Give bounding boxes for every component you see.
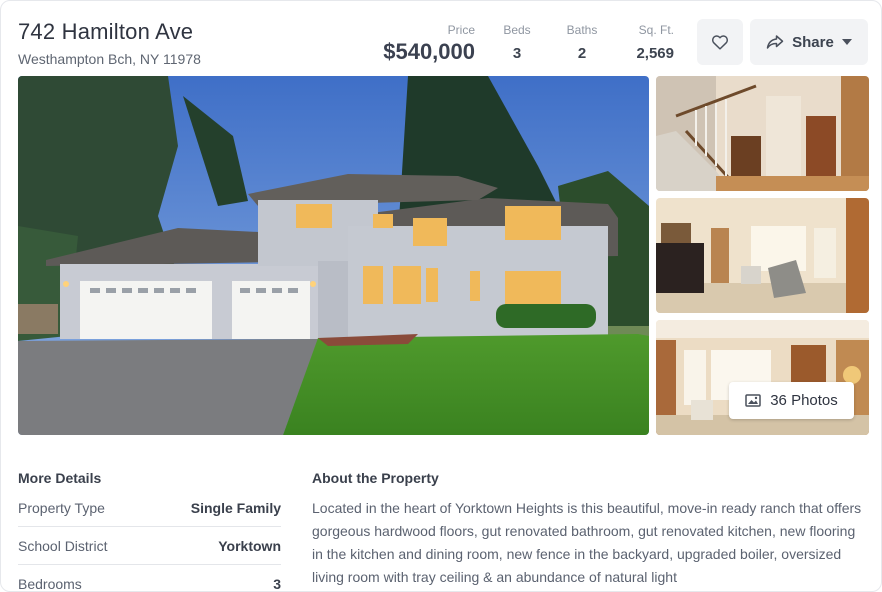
detail-value: 3 [273,576,281,592]
sqft-label: Sq. Ft. [638,23,674,37]
detail-label: Property Type [18,499,105,516]
sqft-value: 2,569 [636,45,674,62]
thumbnail-stairs[interactable] [656,76,869,191]
detail-value: Yorktown [218,537,281,554]
about-property-title: About the Property [312,470,439,486]
interior-living-room-image [656,198,869,313]
image-icon [745,394,761,407]
favorite-button[interactable] [697,19,743,65]
photos-count-label: 36 Photos [770,392,838,409]
address-block: 742 Hamilton Ave Westhampton Bch, NY 119… [18,19,201,67]
house-exterior-image [18,76,649,435]
beds-label: Beds [503,23,531,37]
detail-row: Property Type Single Family [18,489,281,527]
detail-row: School District Yorktown [18,527,281,565]
city-line: Westhampton Bch, NY 11978 [18,51,201,67]
price-value: $540,000 [383,39,475,64]
detail-label: School District [18,537,108,554]
caret-down-icon [841,39,852,45]
sqft-stat: Sq. Ft. 2,569 [626,23,674,62]
detail-value: Single Family [190,499,281,516]
heart-icon [711,35,729,50]
beds-value: 3 [512,45,522,62]
baths-stat: Baths 2 [563,23,601,62]
share-arrow-icon [766,35,784,49]
beds-stat: Beds 3 [498,23,536,62]
listing-card: 742 Hamilton Ave Westhampton Bch, NY 119… [0,0,882,592]
share-label: Share [792,33,834,51]
price-stat: Price $540,000 [373,23,475,65]
detail-row: Bedrooms 3 [18,565,281,592]
view-photos-button[interactable]: 36 Photos [729,382,854,419]
price-label: Price [447,23,475,37]
street-address: 742 Hamilton Ave [18,19,194,44]
interior-stairs-image [656,76,869,191]
share-button[interactable]: Share [750,19,868,65]
thumbnail-living-room[interactable] [656,198,869,313]
main-photo[interactable] [18,76,649,435]
baths-value: 2 [577,45,587,62]
baths-label: Baths [566,23,598,37]
detail-label: Bedrooms [18,576,82,592]
more-details-title: More Details [18,470,102,486]
about-property-description: Located in the heart of Yorktown Heights… [312,500,862,585]
